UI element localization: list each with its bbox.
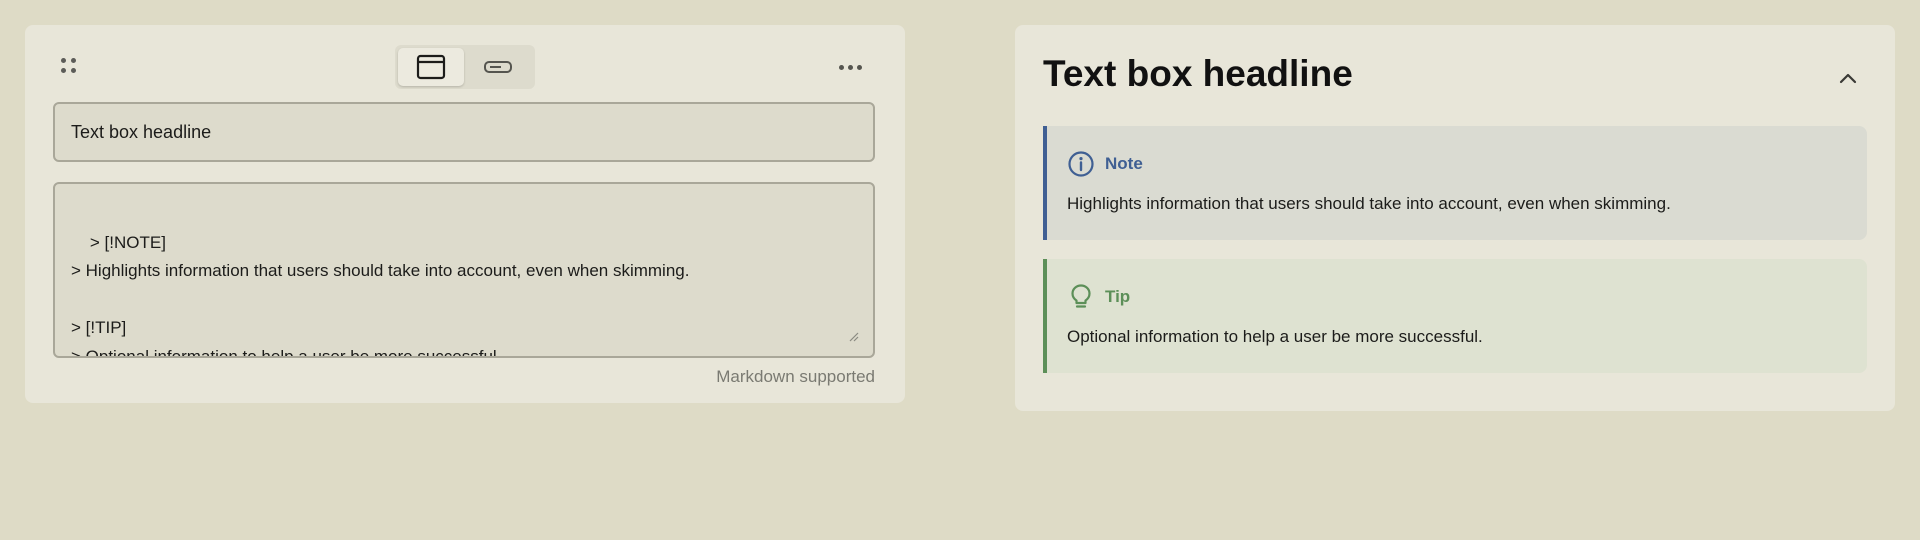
inline-view-icon [484,61,512,73]
markdown-supported-hint: Markdown supported [716,367,875,386]
note-label: Note [1105,154,1143,173]
more-dot [847,64,853,70]
card-view-button[interactable] [398,48,464,86]
note-callout: Note Highlights information that users s… [1043,126,1867,240]
tip-label: Tip [1105,287,1131,306]
lightbulb-icon [1071,284,1091,308]
preview-title: Text box headline [1043,53,1353,94]
tip-callout-header: Tip [1067,283,1130,311]
drag-handle-icon[interactable] [59,57,77,75]
more-dot [838,64,844,70]
note-callout-header: Note [1067,150,1143,178]
card-view-icon [416,54,446,80]
resize-grip-icon[interactable] [849,332,859,342]
view-mode-toggle [395,45,535,89]
collapse-button[interactable] [1833,63,1863,93]
more-dot [856,64,862,70]
inline-view-button[interactable] [465,48,531,86]
editor-toolbar [25,25,905,105]
body-text: > [!NOTE] > Highlights information that … [71,232,690,358]
body-textarea[interactable]: > [!NOTE] > Highlights information that … [53,182,875,358]
chevron-up-icon [1839,73,1857,84]
info-icon [1068,151,1094,177]
more-options-button[interactable] [833,50,867,84]
tip-callout: Tip Optional information to help a user … [1043,259,1867,373]
note-text: Highlights information that users should… [1067,194,1671,213]
preview-panel: Text box headline Note Highlights inform… [1015,25,1895,411]
headline-input[interactable] [53,102,875,162]
editor-panel: > [!NOTE] > Highlights information that … [25,25,905,403]
tip-text: Optional information to help a user be m… [1067,327,1483,346]
